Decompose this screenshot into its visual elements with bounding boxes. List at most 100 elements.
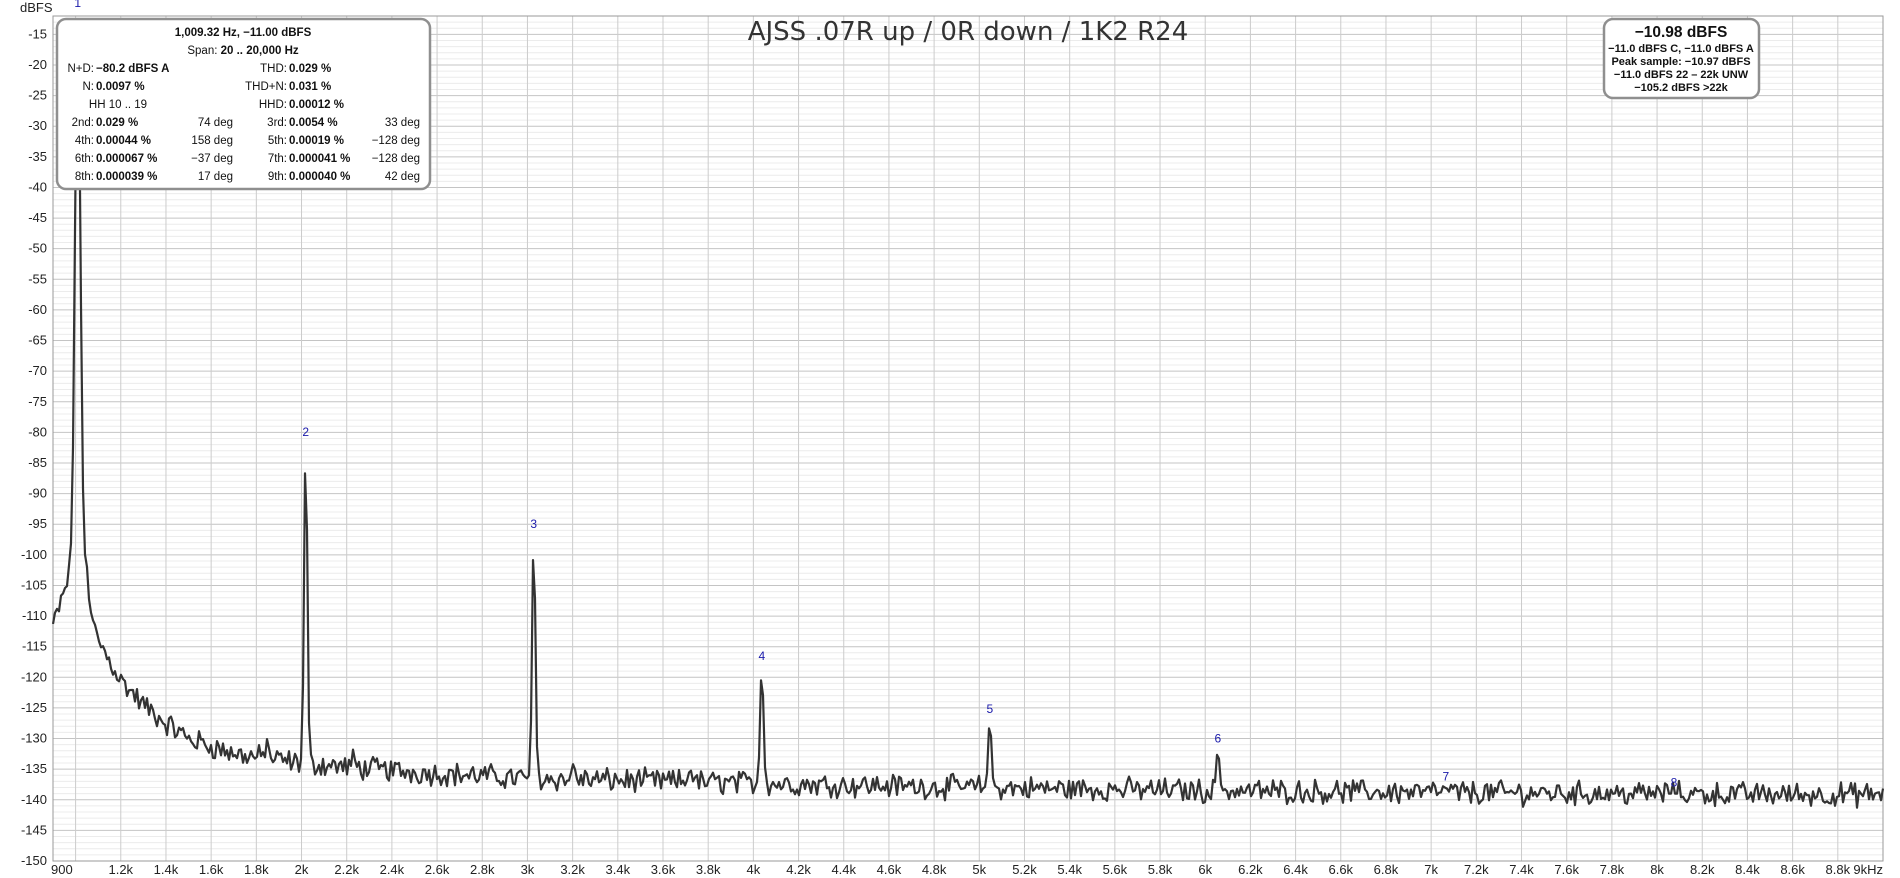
harmonic-row-value: 0.000041 %: [289, 153, 350, 165]
harmonic-label-3: 3: [530, 517, 537, 531]
y-tick-label: -75: [28, 394, 47, 409]
y-tick-label: -120: [21, 669, 47, 684]
x-tick-label: 4.6k: [877, 862, 902, 877]
y-tick-label: -110: [22, 608, 47, 623]
hhd-label: HHD:: [259, 99, 287, 111]
harmonic-row-label: 7th:: [268, 153, 287, 165]
x-tick-label: 5.6k: [1103, 862, 1128, 877]
x-tick-label: 8.4k: [1735, 862, 1760, 877]
harmonic-row-phase: 17 deg: [198, 171, 233, 183]
harmonic-label-4: 4: [758, 649, 765, 663]
y-tick-label: -95: [28, 516, 47, 531]
x-tick-label: 7k: [1424, 862, 1438, 877]
n-label: N:: [83, 81, 95, 93]
peak-readout: 1,009.32 Hz, −11.00 dBFS: [175, 27, 312, 39]
y-tick-label: -90: [28, 486, 47, 501]
x-tick-label: 900: [51, 862, 73, 877]
y-tick-label: -55: [28, 271, 47, 286]
harmonic-label-8: 8: [1671, 776, 1678, 790]
harmonic-row-value: 0.0054 %: [289, 117, 338, 129]
harmonic-label-7: 7: [1443, 770, 1450, 784]
y-tick-label: -115: [22, 639, 47, 654]
x-tick-label: 8.8k: [1826, 862, 1851, 877]
x-tick-label: 6.4k: [1283, 862, 1308, 877]
spectrum-chart: -15 -20 -25 -30 -35 -40 -45 -50 -55 -60 -65 -70 -75 -…: [0, 0, 1900, 878]
x-tick-label: 2k: [295, 862, 309, 877]
x-tick-label: 3.8k: [696, 862, 721, 877]
harmonic-row-phase: 158 deg: [191, 135, 233, 147]
harmonic-row-phase: 33 deg: [385, 117, 420, 129]
x-tick-label: 6.6k: [1328, 862, 1353, 877]
harmonic-row-phase: −128 deg: [372, 135, 420, 147]
x-tick-label: 7.6k: [1554, 862, 1579, 877]
x-tick-label: 8.2k: [1690, 862, 1715, 877]
span-readout: Span: 20 .. 20,000 Hz: [187, 45, 299, 57]
nd-value: −80.2 dBFS A: [96, 63, 169, 75]
y-axis-unit: dBFS: [20, 0, 53, 15]
x-tick-label: 2.2k: [334, 862, 359, 877]
level-line-2: Peak sample: −10.97 dBFS: [1611, 56, 1750, 68]
y-tick-label: -45: [28, 210, 47, 225]
y-tick-label: -25: [28, 88, 47, 103]
y-tick-label: -85: [28, 455, 47, 470]
n-value: 0.0097 %: [96, 81, 145, 93]
x-tick-label: 6k: [1198, 862, 1212, 877]
y-tick-label: -105: [21, 577, 47, 592]
harmonic-row-value: 0.000039 %: [96, 171, 157, 183]
x-tick-label: 1.8k: [244, 862, 269, 877]
y-tick-label: -35: [28, 149, 47, 164]
chart-title: AJSS .07R up / 0R down / 1K2 R24: [748, 17, 1189, 47]
thd-label: THD:: [260, 63, 287, 75]
x-tick-label: 4.2k: [786, 862, 811, 877]
level-line-1: −11.0 dBFS C, −11.0 dBFS A: [1608, 43, 1754, 55]
y-tick-label: -60: [28, 302, 47, 317]
harmonic-label-6: 6: [1215, 732, 1222, 746]
level-main: −10.98 dBFS: [1635, 24, 1728, 41]
x-tick-label: 5.4k: [1057, 862, 1082, 877]
x-tick-label: 5.8k: [1148, 862, 1173, 877]
harmonic-row-phase: −37 deg: [191, 153, 233, 165]
harmonic-label-1: 1: [74, 0, 81, 10]
info-panel: 1,009.32 Hz, −11.00 dBFS Span: 20 .. 20,…: [55, 17, 432, 191]
x-tick-label: 1.4k: [154, 862, 179, 877]
harmonic-row-phase: 42 deg: [385, 171, 420, 183]
x-tick-label: 5k: [972, 862, 986, 877]
harmonic-row-label: 4th:: [75, 135, 94, 147]
y-tick-label: -70: [28, 363, 47, 378]
span-label: Span:: [187, 45, 217, 57]
y-tick-label: -125: [21, 700, 47, 715]
x-tick-label: 3.6k: [651, 862, 676, 877]
y-tick-label: -80: [28, 424, 47, 439]
x-tick-label: 1.2k: [108, 862, 133, 877]
y-tick-label: -150: [21, 853, 47, 868]
thd-value: 0.029 %: [289, 63, 331, 75]
x-tick-label: 3.4k: [606, 862, 631, 877]
hhd-value: 0.00012 %: [289, 99, 344, 111]
x-tick-label: 5.2k: [1012, 862, 1037, 877]
x-tick-label: 2.4k: [380, 862, 405, 877]
x-tick-label: 7.2k: [1464, 862, 1489, 877]
y-tick-label: -65: [28, 333, 47, 348]
harmonic-row-label: 8th:: [75, 171, 94, 183]
x-tick-label: 6.8k: [1374, 862, 1399, 877]
y-tick-label: -100: [21, 547, 47, 562]
y-tick-label: -130: [21, 731, 47, 746]
harmonic-row-label: 5th:: [268, 135, 287, 147]
level-line-3: −11.0 dBFS 22 – 22k UNW: [1614, 69, 1749, 81]
harmonic-row-value: 0.00019 %: [289, 135, 344, 147]
level-panel: −10.98 dBFS −11.0 dBFS C, −11.0 dBFS A P…: [1602, 17, 1761, 100]
y-tick-label: -50: [28, 241, 47, 256]
y-tick-label: -30: [28, 118, 47, 133]
harmonic-row-value: 0.029 %: [96, 117, 138, 129]
x-tick-label: 3.2k: [560, 862, 585, 877]
level-line-4: −105.2 dBFS >22k: [1634, 82, 1728, 94]
x-tick-label: 8k: [1650, 862, 1664, 877]
x-tick-label: 3k: [521, 862, 535, 877]
x-tick-label: 2.8k: [470, 862, 495, 877]
hh-range-label: HH 10 .. 19: [89, 99, 147, 111]
harmonic-label-5: 5: [986, 702, 993, 716]
x-tick-label: 4.8k: [922, 862, 947, 877]
y-tick-label: -20: [28, 57, 47, 72]
y-tick-label: -140: [21, 792, 47, 807]
x-tick-label: 8.6k: [1780, 862, 1805, 877]
